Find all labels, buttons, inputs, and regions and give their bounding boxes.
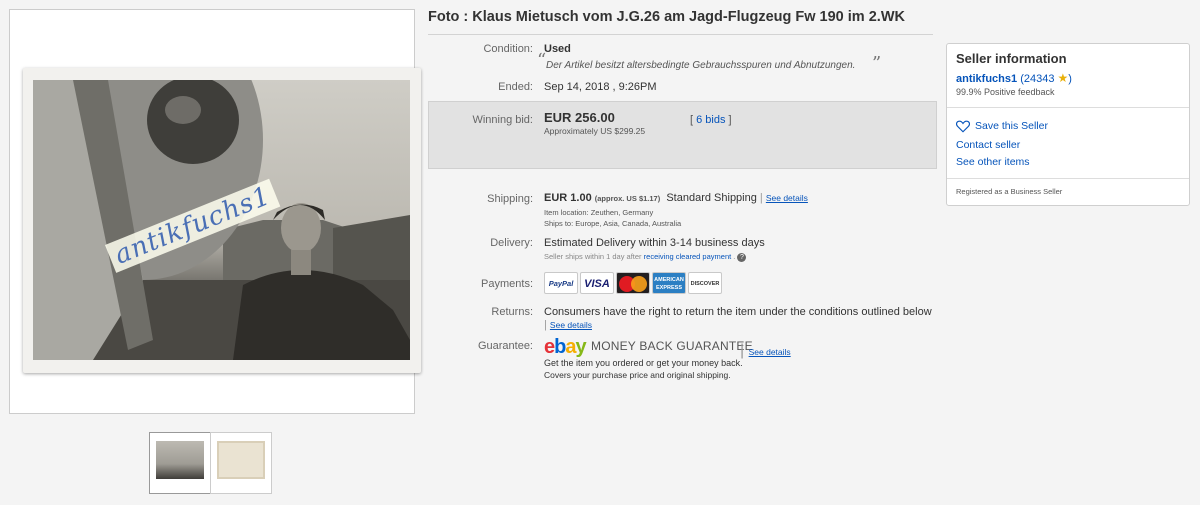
guarantee-line-1: Get the item you ordered or get your mon… <box>544 358 743 368</box>
delivery-value: Estimated Delivery within 3-14 business … <box>544 237 765 249</box>
thumbnail-image <box>156 441 204 479</box>
amex-logo: AMERICAN EXPRESS <box>652 272 686 294</box>
positive-feedback: 99.9% Positive feedback <box>956 87 1055 97</box>
cleared-payment-link[interactable]: receiving cleared payment <box>644 252 732 261</box>
winning-bid-panel <box>428 101 937 169</box>
condition-value: Used <box>544 43 571 55</box>
returns-label: Returns: <box>491 306 533 318</box>
paypal-logo: PayPal <box>544 272 578 294</box>
heart-icon[interactable] <box>956 120 970 133</box>
divider <box>428 34 933 35</box>
help-icon[interactable]: ? <box>737 252 747 262</box>
shipping-value: EUR 1.00 (approx. US $1.17) Standard Shi… <box>544 192 808 204</box>
divider <box>947 107 1189 108</box>
separator: | <box>759 192 763 204</box>
mastercard-logo <box>616 272 650 294</box>
bids-link[interactable]: 6 bids <box>696 114 725 126</box>
close-quote-icon: ” <box>872 53 882 74</box>
condition-description: Der Artikel besitzt altersbedingte Gebra… <box>546 60 856 71</box>
discover-logo: DISCOVER <box>688 272 722 294</box>
approx-value: Approximately US $299.25 <box>544 126 646 136</box>
open-quote-icon: “ <box>537 50 547 71</box>
seller-name-link[interactable]: antikfuchs1 <box>956 73 1017 85</box>
ebay-logo: ebay <box>544 336 587 358</box>
delivery-note-row: Seller ships within 1 day after receivin… <box>544 252 747 262</box>
returns-value: Consumers have the right to return the i… <box>544 306 932 318</box>
guarantee-see-row: | See details <box>740 342 791 360</box>
star-icon: ★ <box>1057 71 1069 85</box>
registered-business-seller: Registered as a Business Seller <box>956 187 1063 196</box>
ships-to: Ships to: Europe, Asia, Canada, Australi… <box>544 219 682 228</box>
divider <box>947 178 1189 179</box>
separator: | <box>544 319 547 331</box>
thumbnail-image <box>217 441 265 479</box>
ended-label: Ended: <box>498 81 533 93</box>
seller-name-row: antikfuchs1 (24343 ★) <box>956 71 1072 85</box>
shipping-see-details[interactable]: See details <box>766 193 808 203</box>
item-location: Item location: Zeuthen, Germany <box>544 208 654 217</box>
listing-title: Foto : Klaus Mietusch vom J.G.26 am Jagd… <box>428 9 905 25</box>
main-photo-frame[interactable]: antikfuchs1 <box>9 9 421 414</box>
bids-wrapper: [ 6 bids ] <box>690 114 732 126</box>
returns-see-row: | See details <box>544 319 592 331</box>
shipping-method: Standard Shipping <box>666 192 757 204</box>
guarantee-label: Guarantee: <box>477 340 533 352</box>
feedback-count-link[interactable]: (24343 <box>1020 73 1054 85</box>
payments-label: Payments: <box>481 278 533 290</box>
shipping-label: Shipping: <box>487 193 533 205</box>
photo-image: antikfuchs1 <box>33 80 410 360</box>
condition-label: Condition: <box>483 43 533 55</box>
returns-see-details[interactable]: See details <box>550 320 592 330</box>
separator: | <box>740 342 745 359</box>
save-seller-link[interactable]: Save this Seller <box>975 120 1048 132</box>
thumbnail-1[interactable] <box>149 432 211 494</box>
shipping-approx: (approx. US $1.17) <box>594 194 661 203</box>
contact-seller-link[interactable]: Contact seller <box>956 139 1020 151</box>
visa-logo: VISA <box>580 272 614 294</box>
main-photo: antikfuchs1 <box>23 68 421 373</box>
winning-bid-value: EUR 256.00 <box>544 110 615 125</box>
delivery-label: Delivery: <box>490 237 533 249</box>
seller-info-title: Seller information <box>956 51 1067 66</box>
winning-bid-label: Winning bid: <box>472 114 533 126</box>
delivery-note: Seller ships within 1 day after <box>544 252 642 261</box>
thumbnail-2[interactable] <box>210 432 272 494</box>
guarantee-line-2: Covers your purchase price and original … <box>544 370 731 380</box>
seller-info-panel: Seller information antikfuchs1 (24343 ★)… <box>946 43 1190 206</box>
money-back-guarantee: MONEY BACK GUARANTEE <box>591 339 753 353</box>
see-other-items-link[interactable]: See other items <box>956 156 1030 168</box>
shipping-cost: EUR 1.00 <box>544 192 592 204</box>
ended-value: Sep 14, 2018 , 9:26PM <box>544 81 657 93</box>
guarantee-see-details[interactable]: See details <box>749 347 791 357</box>
